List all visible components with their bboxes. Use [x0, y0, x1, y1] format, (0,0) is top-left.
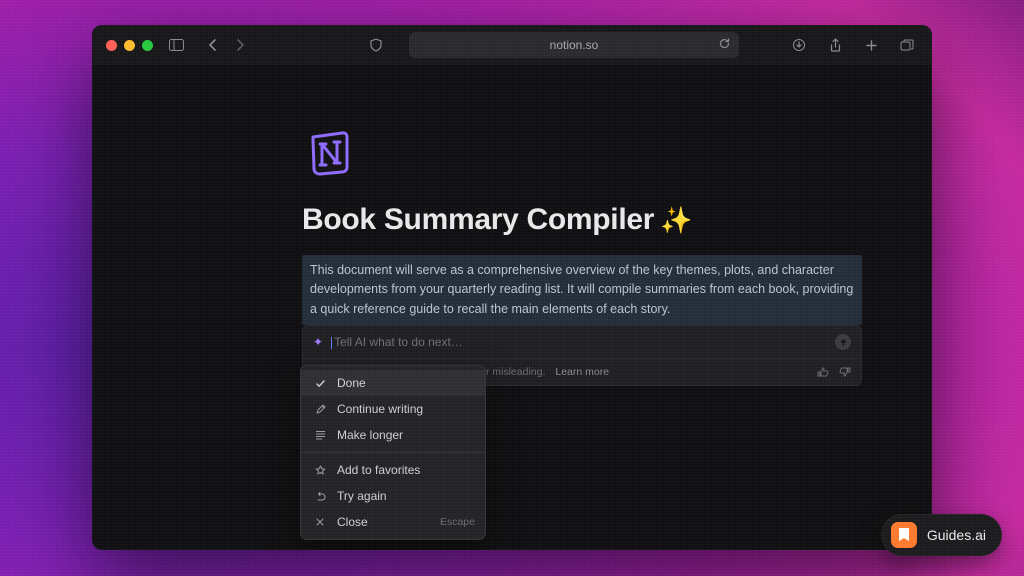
menu-item-label: Close: [337, 515, 368, 529]
desktop-background: notion.so: [0, 0, 1024, 576]
bookmark-icon: [891, 522, 917, 548]
browser-titlebar: notion.so: [92, 25, 932, 65]
ai-input-placeholder: Tell AI what to do next…: [334, 335, 463, 349]
menu-separator: [301, 452, 485, 453]
check-icon: [313, 378, 327, 389]
undo-icon: [313, 491, 327, 502]
menu-item-make-longer[interactable]: Make longer: [301, 422, 485, 448]
close-window-button[interactable]: [106, 40, 117, 51]
sidebar-toggle-icon[interactable]: [165, 34, 187, 56]
menu-item-hint: Escape: [440, 516, 475, 528]
selected-text-block[interactable]: This document will serve as a comprehens…: [302, 255, 862, 325]
menu-item-label: Try again: [337, 489, 387, 503]
ai-learn-more-link[interactable]: Learn more: [555, 366, 609, 378]
close-icon: [313, 517, 327, 527]
share-icon[interactable]: [824, 34, 846, 56]
menu-item-done[interactable]: Done: [301, 370, 485, 396]
thumbs-down-icon[interactable]: [839, 366, 851, 378]
menu-item-try-again[interactable]: Try again: [301, 483, 485, 509]
menu-item-continue-writing[interactable]: Continue writing: [301, 396, 485, 422]
refresh-icon[interactable]: [718, 37, 731, 50]
ai-input[interactable]: Tell AI what to do next…: [331, 335, 827, 349]
thumbs-up-icon[interactable]: [817, 366, 829, 378]
back-button[interactable]: [201, 34, 223, 56]
forward-button[interactable]: [229, 34, 251, 56]
ai-actions-menu: Done Continue writing Make longer Add to…: [300, 365, 486, 540]
url-text: notion.so: [550, 38, 599, 52]
pencil-icon: [313, 404, 327, 415]
menu-item-label: Add to favorites: [337, 463, 420, 477]
badge-label: Guides.ai: [927, 527, 986, 543]
menu-item-label: Make longer: [337, 428, 403, 442]
url-bar[interactable]: notion.so: [409, 32, 739, 58]
sparkle-icon: ✨: [660, 205, 692, 236]
browser-window: notion.so: [92, 25, 932, 550]
shield-icon[interactable]: [365, 34, 387, 56]
menu-item-add-to-favorites[interactable]: Add to favorites: [301, 457, 485, 483]
menu-item-close[interactable]: Close Escape: [301, 509, 485, 535]
minimize-window-button[interactable]: [124, 40, 135, 51]
ai-sparkle-icon: ✦: [313, 335, 323, 349]
guides-ai-badge[interactable]: Guides.ai: [881, 514, 1002, 556]
menu-item-label: Continue writing: [337, 402, 423, 416]
page-title-text: Book Summary Compiler: [302, 203, 654, 237]
notion-logo-icon: [302, 125, 358, 181]
ai-input-row: ✦ Tell AI what to do next…: [303, 326, 861, 359]
star-icon: [313, 465, 327, 476]
new-tab-icon[interactable]: [860, 34, 882, 56]
page-content: Book Summary Compiler ✨ This document wi…: [92, 65, 932, 386]
lines-icon: [313, 430, 327, 440]
downloads-icon[interactable]: [788, 34, 810, 56]
traffic-lights: [106, 40, 153, 51]
menu-item-label: Done: [337, 376, 366, 390]
ai-submit-button[interactable]: [835, 334, 851, 350]
page-title: Book Summary Compiler ✨: [302, 203, 932, 237]
tabs-overview-icon[interactable]: [896, 34, 918, 56]
maximize-window-button[interactable]: [142, 40, 153, 51]
